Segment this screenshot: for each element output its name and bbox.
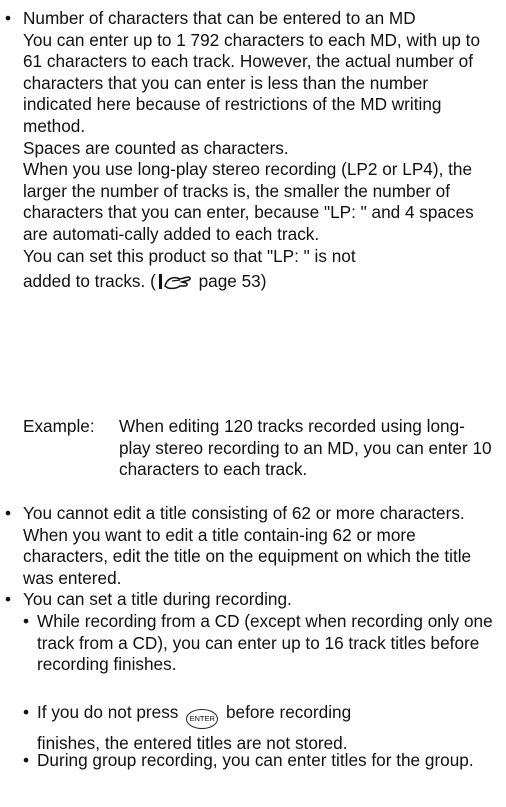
sub-bullet-enter-button: • If you do not press ENTER before recor… xyxy=(23,702,493,755)
paragraph-set-title: You can set a title during recording. xyxy=(23,589,292,609)
enter-text-b: before recording xyxy=(221,702,352,722)
reference-pointer-icon xyxy=(158,273,192,296)
bullet-edit-title-limit: • You cannot edit a title consisting of … xyxy=(5,503,501,589)
paragraph-group-recording: During group recording, you can enter ti… xyxy=(37,750,474,770)
sub-bullet-mark: • xyxy=(23,750,30,770)
paragraph-long-play: When you use long-play stereo recording … xyxy=(23,159,474,244)
enter-button-icon: ENTER xyxy=(186,709,219,729)
sub-bullet-cd-recording: • While recording from a CD (except when… xyxy=(23,611,493,676)
manual-page: • Number of characters that can be enter… xyxy=(0,0,506,807)
paragraph-spaces: Spaces are counted as characters. xyxy=(23,137,289,158)
example-block: Example: When editing 120 tracks recorde… xyxy=(23,416,493,481)
paragraph-lp-setting-line2: added to tracks. ( page 53) xyxy=(23,271,493,296)
enter-text-a: If you do not press xyxy=(37,702,184,722)
sub-bullet-mark: • xyxy=(23,702,30,722)
example-label: Example: xyxy=(23,416,95,436)
section-heading: Number of characters that can be entered… xyxy=(23,8,416,28)
example-text: When editing 120 tracks recorded using l… xyxy=(119,416,492,480)
paragraph-limits: You can enter up to 1 792 characters to … xyxy=(23,29,481,136)
bullet-mark: • xyxy=(5,8,12,28)
lp-setting-text-a: added to tracks. ( xyxy=(23,271,156,292)
bullet-title-during-recording: • You can set a title during recording. xyxy=(5,589,501,611)
sub-bullet-mark: • xyxy=(23,611,30,631)
paragraph-cd-recording: While recording from a CD (except when r… xyxy=(37,611,493,675)
bullet-characters-limit: • Number of characters that can be enter… xyxy=(5,8,501,296)
bullet-mark: • xyxy=(5,503,12,523)
lp-setting-text-b: page 53) xyxy=(193,271,267,292)
paragraph-lp-setting-line1: You can set this product so that "LP: " … xyxy=(23,245,356,266)
paragraph-edit-limit: You cannot edit a title consisting of 62… xyxy=(23,503,472,588)
sub-bullet-group-recording: • During group recording, you can enter … xyxy=(23,750,493,772)
bullet-mark: • xyxy=(5,589,12,609)
paragraph-enter-line1: If you do not press ENTER before recordi… xyxy=(37,702,493,729)
